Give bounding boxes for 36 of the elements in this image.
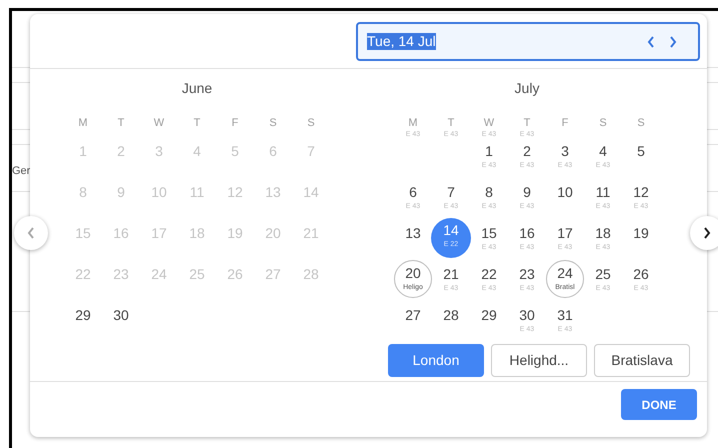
next-month-button[interactable] [690,216,718,250]
weekday-label: S [269,116,277,130]
weekday-label: T [448,116,454,130]
calendar-day[interactable]: 27 [394,303,432,341]
calendar-day[interactable]: 19 [622,221,660,259]
weekday-label: T [194,116,200,130]
month-title: July [514,80,540,96]
date-field[interactable]: Tue, 14 Jul [356,22,700,61]
weekday-label: W [154,116,164,130]
weekday-label: F [562,116,568,130]
calendar-day[interactable]: 5 [622,139,660,177]
weekday-label: T [118,116,124,130]
chevron-left-icon [647,36,655,48]
weekday-label: M [408,116,418,130]
chevron-right-icon [669,36,677,48]
chevron-right-icon [703,227,711,239]
weekday-label: F [232,116,238,130]
location-button[interactable]: Helighd... [491,344,587,377]
calendar-day[interactable]: 30 [102,303,140,341]
weekday-label: S [599,116,607,130]
calendar-day[interactable]: 28 [432,303,470,341]
weekday-label: S [307,116,315,130]
month-title: June [180,80,214,96]
chevron-left-icon [27,227,35,239]
background-text: Ger [12,165,30,177]
weekday-label: T [524,116,530,130]
weekday-label: W [484,116,494,130]
calendar-day[interactable]: 29 [64,303,102,341]
calendar-day[interactable]: 10 [546,180,584,218]
weekday-label: M [78,116,88,130]
done-button[interactable]: DONE [621,389,697,420]
calendar-day[interactable]: 29 [470,303,508,341]
calendar-day[interactable]: 13 [394,221,432,259]
location-button[interactable]: Bratislava [594,344,690,377]
weekday-label: S [637,116,645,130]
location-button[interactable]: London [388,344,484,377]
